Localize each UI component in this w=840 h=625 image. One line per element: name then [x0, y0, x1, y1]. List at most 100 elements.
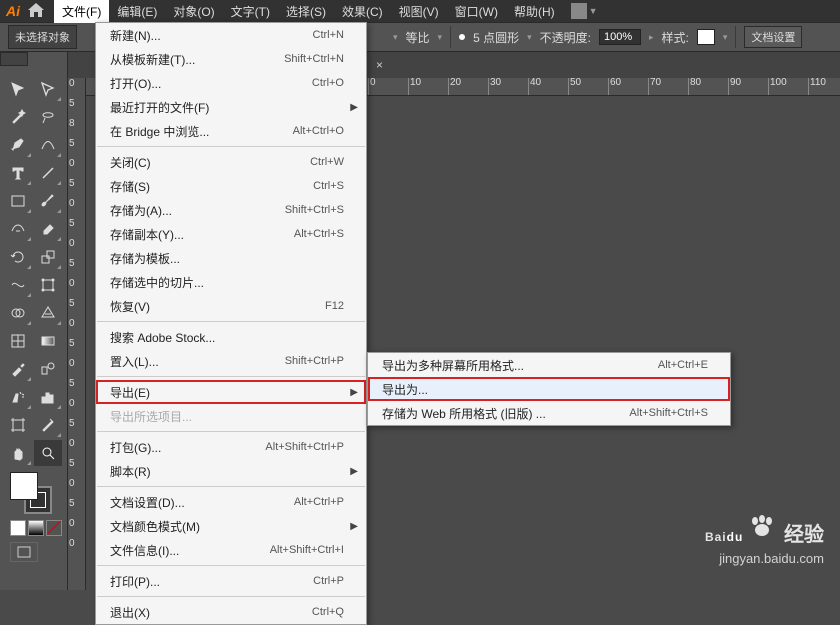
menu-edit[interactable]: 编辑(E): [109, 0, 165, 23]
width-tool[interactable]: [4, 272, 32, 298]
menu-item[interactable]: 关闭(C)Ctrl+W: [96, 150, 366, 174]
submenu-item[interactable]: 导出为多种屏幕所用格式...Alt+Ctrl+E: [368, 353, 730, 377]
perspective-grid-tool[interactable]: [34, 300, 62, 326]
menu-item: 导出所选项目...: [96, 404, 366, 428]
menu-item[interactable]: 存储为模板...: [96, 246, 366, 270]
chevron-down-icon[interactable]: ▾: [393, 32, 398, 43]
type-tool[interactable]: [4, 160, 32, 186]
toolbox-grip[interactable]: [0, 52, 28, 66]
app-logo: Ai: [6, 3, 20, 19]
submenu-item[interactable]: 导出为...: [368, 377, 730, 401]
menu-item[interactable]: 脚本(R)▶: [96, 459, 366, 483]
menu-select[interactable]: 选择(S): [278, 0, 334, 23]
menu-item[interactable]: 恢复(V)F12: [96, 294, 366, 318]
menu-window[interactable]: 窗口(W): [447, 0, 506, 23]
document-setup-button[interactable]: 文档设置: [744, 26, 802, 48]
color-mode-solid[interactable]: [10, 520, 26, 536]
chevron-right-icon[interactable]: ▸: [649, 32, 654, 43]
menu-item[interactable]: 置入(L)...Shift+Ctrl+P: [96, 349, 366, 373]
chevron-down-icon[interactable]: ▾: [438, 32, 443, 43]
vertical-ruler: 058505050505050505050500: [68, 78, 86, 590]
menu-item[interactable]: 搜索 Adobe Stock...: [96, 325, 366, 349]
submenu-item[interactable]: 存储为 Web 所用格式 (旧版) ...Alt+Shift+Ctrl+S: [368, 401, 730, 425]
menu-item[interactable]: 存储选中的切片...: [96, 270, 366, 294]
paintbrush-tool[interactable]: [34, 188, 62, 214]
menu-item[interactable]: 打印(P)...Ctrl+P: [96, 569, 366, 593]
selection-tool[interactable]: [4, 76, 32, 102]
chevron-down-icon: ▼: [589, 6, 598, 16]
shape-builder-tool[interactable]: [4, 300, 32, 326]
watermark-url: jingyan.baidu.com: [705, 551, 824, 566]
menu-item[interactable]: 打包(G)...Alt+Shift+Ctrl+P: [96, 435, 366, 459]
opacity-input[interactable]: [599, 29, 641, 45]
menu-help[interactable]: 帮助(H): [506, 0, 563, 23]
menu-item[interactable]: 最近打开的文件(F)▶: [96, 95, 366, 119]
blend-tool[interactable]: [34, 356, 62, 382]
menu-item[interactable]: 导出(E)▶: [96, 380, 366, 404]
shaper-tool[interactable]: [4, 216, 32, 242]
scale-tool[interactable]: [34, 244, 62, 270]
menu-item[interactable]: 新建(N)...Ctrl+N: [96, 23, 366, 47]
menu-view[interactable]: 视图(V): [391, 0, 447, 23]
menu-item[interactable]: 文件信息(I)...Alt+Shift+Ctrl+I: [96, 538, 366, 562]
watermark-brand: Baidu: [705, 515, 743, 548]
color-mode-gradient[interactable]: [28, 520, 44, 536]
opacity-label: 不透明度:: [540, 29, 591, 46]
style-swatch[interactable]: [697, 29, 715, 45]
grid-icon: [571, 3, 587, 19]
rotate-tool[interactable]: [4, 244, 32, 270]
screen-mode-normal[interactable]: [10, 542, 38, 562]
menu-item[interactable]: 从模板新建(T)...Shift+Ctrl+N: [96, 47, 366, 71]
close-icon[interactable]: ×: [370, 58, 389, 72]
menu-item[interactable]: 文档颜色模式(M)▶: [96, 514, 366, 538]
menu-item[interactable]: 文档设置(D)...Alt+Ctrl+P: [96, 490, 366, 514]
fill-stroke-swatches[interactable]: [10, 472, 56, 514]
menu-item[interactable]: 存储为(A)...Shift+Ctrl+S: [96, 198, 366, 222]
title-bar: Ai 文件(F) 编辑(E) 对象(O) 文字(T) 选择(S) 效果(C) 视…: [0, 0, 840, 22]
file-menu-dropdown: 新建(N)...Ctrl+N从模板新建(T)...Shift+Ctrl+N打开(…: [95, 22, 367, 625]
eraser-tool[interactable]: [34, 216, 62, 242]
zoom-tool[interactable]: [34, 440, 62, 466]
color-mode-none[interactable]: [46, 520, 62, 536]
style-label: 样式:: [662, 29, 689, 46]
watermark: Baidu 经验 jingyan.baidu.com: [705, 515, 824, 566]
menu-item[interactable]: 存储副本(Y)...Alt+Ctrl+S: [96, 222, 366, 246]
magic-wand-tool[interactable]: [4, 104, 32, 130]
menu-effect[interactable]: 效果(C): [334, 0, 391, 23]
home-icon[interactable]: [28, 3, 44, 20]
line-tool[interactable]: [34, 160, 62, 186]
menu-file[interactable]: 文件(F): [54, 0, 109, 23]
menu-object[interactable]: 对象(O): [165, 0, 222, 23]
stroke-label: 5 点圆形: [473, 29, 519, 46]
mesh-tool[interactable]: [4, 328, 32, 354]
chevron-down-icon[interactable]: ▾: [527, 32, 532, 43]
brush-dot-icon: [459, 34, 465, 40]
menu-item[interactable]: 在 Bridge 中浏览...Alt+Ctrl+O: [96, 119, 366, 143]
artboard-tool[interactable]: [4, 412, 32, 438]
separator: [450, 26, 451, 48]
selection-status: 未选择对象: [8, 25, 77, 49]
symbol-sprayer-tool[interactable]: [4, 384, 32, 410]
toolbox: [0, 52, 68, 590]
gradient-tool[interactable]: [34, 328, 62, 354]
rectangle-tool[interactable]: [4, 188, 32, 214]
lasso-tool[interactable]: [34, 104, 62, 130]
menu-item[interactable]: 打开(O)...Ctrl+O: [96, 71, 366, 95]
menu-item[interactable]: 退出(X)Ctrl+Q: [96, 600, 366, 624]
column-graph-tool[interactable]: [34, 384, 62, 410]
fill-swatch[interactable]: [10, 472, 38, 500]
eyedropper-tool[interactable]: [4, 356, 32, 382]
free-transform-tool[interactable]: [34, 272, 62, 298]
scale-label: 等比: [406, 29, 430, 46]
curvature-tool[interactable]: [34, 132, 62, 158]
workspace-switcher[interactable]: ▼: [571, 3, 598, 19]
menu-item[interactable]: 存储(S)Ctrl+S: [96, 174, 366, 198]
slice-tool[interactable]: [34, 412, 62, 438]
menu-type[interactable]: 文字(T): [223, 0, 278, 23]
pen-tool[interactable]: [4, 132, 32, 158]
direct-selection-tool[interactable]: [34, 76, 62, 102]
chevron-down-icon[interactable]: ▾: [723, 32, 728, 43]
menubar: 文件(F) 编辑(E) 对象(O) 文字(T) 选择(S) 效果(C) 视图(V…: [54, 0, 563, 22]
tool-grid: [4, 76, 63, 466]
hand-tool[interactable]: [4, 440, 32, 466]
